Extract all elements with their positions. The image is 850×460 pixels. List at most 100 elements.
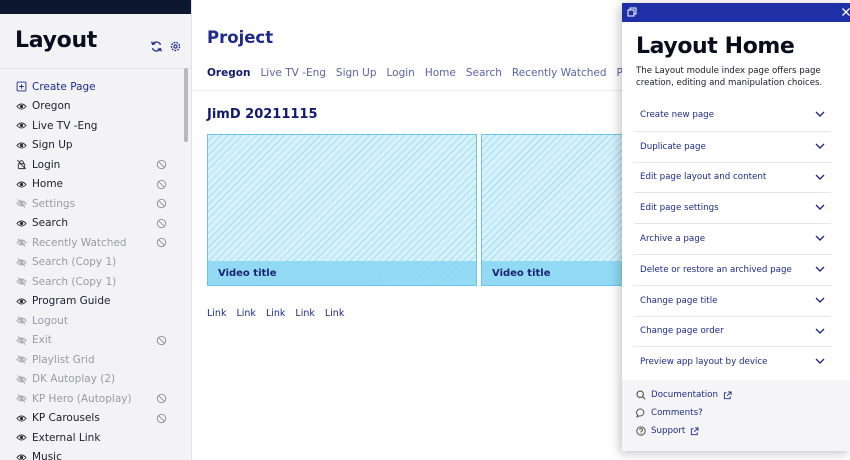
link[interactable]: Link <box>325 308 344 319</box>
sidebar-item[interactable]: Sign Up <box>0 136 182 156</box>
help-topic-label: Duplicate page <box>640 141 706 152</box>
video-title: Video title <box>482 261 622 285</box>
page-tab[interactable]: Live TV -Eng <box>260 67 325 79</box>
help-description: The Layout module index page offers page… <box>636 66 823 88</box>
sidebar-item[interactable]: Search (Copy 1) <box>0 253 182 273</box>
external-link-icon <box>691 426 699 435</box>
chevron-down-icon <box>815 328 825 334</box>
sidebar-item[interactable]: External Link <box>0 428 182 448</box>
help-topic[interactable]: Preview app layout by device <box>634 346 831 377</box>
sidebar-item[interactable]: Live TV -Eng <box>0 116 182 136</box>
create-page-button[interactable]: Create Page <box>0 77 182 97</box>
sidebar-item[interactable]: Oregon <box>0 97 182 117</box>
help-topic[interactable]: Edit page layout and content <box>634 161 831 193</box>
sidebar-item-label: Live TV -Eng <box>32 119 98 132</box>
help-topic-label: Change page order <box>640 326 724 337</box>
video-card[interactable]: Video title <box>207 134 477 286</box>
chevron-down-icon <box>815 174 825 180</box>
chevron-down-icon <box>815 204 825 211</box>
comments-label: Comments? <box>651 408 703 418</box>
link-row: Link Link Link Link Link <box>207 308 344 319</box>
help-topic-label: Create new page <box>640 110 715 121</box>
lock-off-icon <box>17 160 26 170</box>
link[interactable]: Link <box>236 308 255 319</box>
support-link[interactable]: Support <box>636 426 699 436</box>
help-topic[interactable]: Duplicate page <box>634 130 831 162</box>
sidebar-item[interactable]: Exit <box>0 331 182 351</box>
disabled-icon <box>156 179 167 189</box>
eye-off-icon <box>16 199 27 209</box>
link[interactable]: Link <box>207 308 226 319</box>
page-tab[interactable]: Oregon <box>207 67 250 79</box>
help-panel-header <box>622 3 850 22</box>
sidebar-item[interactable]: DK Autoplay (2) <box>0 370 182 390</box>
sidebar-item[interactable]: Search (Copy 1) <box>0 272 182 292</box>
sidebar-title: Layout <box>15 28 98 53</box>
sidebar-item[interactable]: Login <box>0 155 182 175</box>
refresh-icon[interactable] <box>150 40 163 53</box>
help-title: Layout Home <box>636 34 795 59</box>
popout-icon[interactable] <box>627 7 637 17</box>
help-topic-list: Create new page Duplicate page Edit page l… <box>634 100 831 377</box>
disabled-icon <box>156 413 167 423</box>
sidebar-item-label: Logout <box>32 314 68 327</box>
sidebar-divider <box>0 68 191 69</box>
video-card[interactable]: Video title <box>481 134 622 286</box>
help-topic-label: Change page title <box>640 295 718 306</box>
sidebar-item[interactable]: KP Hero (Autoplay) <box>0 389 182 409</box>
layout-sidebar: Layout Create Page Oregon Live TV -Eng Sign… <box>0 0 192 460</box>
eye-off-icon <box>16 335 27 345</box>
eye-off-icon <box>16 316 27 326</box>
gear-icon[interactable] <box>169 40 182 53</box>
support-label: Support <box>651 426 686 436</box>
documentation-link[interactable]: Documentation <box>636 390 732 400</box>
sidebar-item[interactable]: KP Carousels <box>0 409 182 429</box>
page-tab[interactable]: Home <box>425 67 456 79</box>
video-title: Video title <box>208 261 476 285</box>
help-panel: Layout Home The Layout module index page… <box>622 3 850 451</box>
help-topic[interactable]: Change page title <box>634 284 831 316</box>
sidebar-item[interactable]: Recently Watched <box>0 233 182 253</box>
sidebar-item[interactable]: Settings <box>0 194 182 214</box>
page-tab[interactable]: Sign Up <box>336 67 377 79</box>
comments-link[interactable]: Comments? <box>636 408 703 418</box>
sidebar-item-label: Home <box>32 178 64 191</box>
eye-icon <box>16 103 27 110</box>
sidebar-item[interactable]: Playlist Grid <box>0 350 182 370</box>
link[interactable]: Link <box>266 308 285 319</box>
eye-icon <box>16 298 27 305</box>
chevron-down-icon <box>815 297 825 303</box>
sidebar-item-label: KP Hero (Autoplay) <box>32 392 132 405</box>
sidebar-item-label: Program Guide <box>32 295 111 308</box>
link[interactable]: Link <box>295 308 314 319</box>
eye-icon <box>16 122 27 129</box>
external-link-icon <box>723 390 732 399</box>
sidebar-item[interactable]: Home <box>0 175 182 195</box>
page-tab[interactable]: Search <box>466 67 502 79</box>
page-tab[interactable]: Login <box>387 67 415 79</box>
sidebar-item[interactable]: Music <box>0 448 182 460</box>
project-title: Project <box>207 28 274 47</box>
help-topic[interactable]: Delete or restore an archived page <box>634 253 831 285</box>
help-topic[interactable]: Change page order <box>634 315 831 347</box>
help-topic[interactable]: Archive a page <box>634 223 831 254</box>
disabled-icon <box>156 237 167 248</box>
sidebar-item-label: Login <box>32 158 61 171</box>
chevron-down-icon <box>815 358 825 365</box>
help-topic[interactable]: Edit page settings <box>634 192 831 223</box>
sidebar-item-label: Recently Watched <box>32 236 127 249</box>
sidebar-item[interactable]: Program Guide <box>0 292 182 312</box>
tab-divider <box>192 90 622 91</box>
sidebar-item-label: Music <box>32 451 62 460</box>
sidebar-scroll-thumb[interactable] <box>184 68 188 142</box>
sidebar-item-label: Settings <box>32 197 76 210</box>
eye-icon <box>16 142 27 149</box>
sidebar-item-label: Search (Copy 1) <box>32 256 117 269</box>
sidebar-item[interactable]: Logout <box>0 311 182 331</box>
help-topic[interactable]: Create new page <box>634 100 831 131</box>
page-tab[interactable]: Recently Watched <box>512 67 607 79</box>
sidebar-item[interactable]: Search <box>0 214 182 234</box>
disabled-icon <box>156 198 167 209</box>
close-icon[interactable] <box>841 7 850 17</box>
sidebar-item-label: DK Autoplay (2) <box>32 373 116 386</box>
